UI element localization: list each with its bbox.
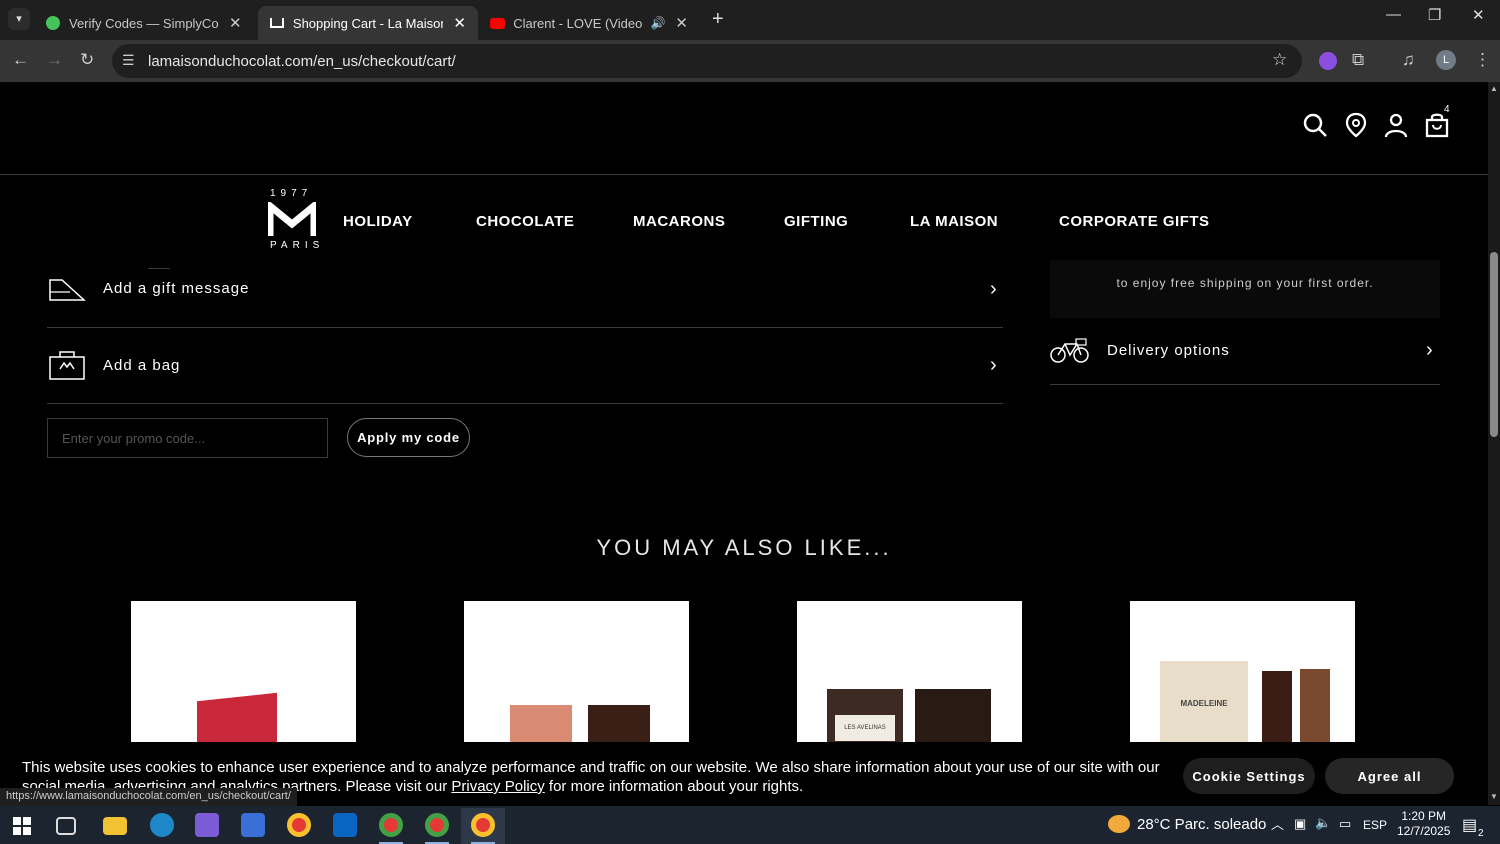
weather-text[interactable]: 28°C Parc. soleado bbox=[1137, 816, 1266, 833]
page-scrollbar[interactable]: ▲ ▼ bbox=[1488, 82, 1500, 805]
bookmark-star-icon[interactable]: ☆ bbox=[1272, 50, 1287, 70]
header-divider bbox=[0, 174, 1488, 175]
weather-sun-cloud-icon bbox=[1108, 815, 1130, 833]
delivery-options-label[interactable]: Delivery options bbox=[1107, 342, 1230, 359]
browser-menu-icon[interactable]: ⋮ bbox=[1474, 50, 1491, 70]
cookie-text-end: for more information about your rights. bbox=[544, 778, 804, 795]
minimize-icon[interactable]: — bbox=[1386, 6, 1401, 23]
scroll-up-arrow-icon[interactable]: ▲ bbox=[1490, 84, 1498, 93]
profile-avatar[interactable]: L bbox=[1436, 50, 1456, 70]
tab-close-icon[interactable]: ✕ bbox=[453, 14, 466, 32]
add-gift-message-label[interactable]: Add a gift message bbox=[103, 280, 249, 297]
gift-card-icon bbox=[49, 279, 86, 301]
product-box-label: MADELEINE bbox=[1180, 699, 1228, 708]
notification-count-badge: 2 bbox=[1478, 828, 1484, 839]
extension-purple-icon[interactable] bbox=[1319, 52, 1337, 70]
tab-close-icon[interactable]: ✕ bbox=[229, 14, 242, 32]
reload-icon[interactable]: ↻ bbox=[80, 50, 94, 70]
network-icon[interactable]: ▭ bbox=[1339, 816, 1351, 832]
nav-chocolate[interactable]: CHOCOLATE bbox=[476, 213, 574, 230]
site-favicon-icon bbox=[270, 18, 284, 28]
media-control-icon[interactable]: ♫ bbox=[1402, 50, 1415, 70]
simplycodes-favicon-icon bbox=[46, 16, 60, 30]
forward-arrow-icon[interactable]: → bbox=[46, 50, 63, 70]
address-bar[interactable]: ☰ lamaisonduchocolat.com/en_us/checkout/… bbox=[112, 44, 1302, 78]
tab-youtube[interactable]: Clarent - LOVE (Video Oficial) 🔊 ✕ bbox=[478, 6, 700, 40]
chrome-icon[interactable] bbox=[287, 813, 311, 837]
logo-city: PARIS bbox=[270, 240, 325, 251]
promo-code-input[interactable] bbox=[47, 418, 328, 458]
shipping-note-text: to enjoy free shipping on your first ord… bbox=[1116, 276, 1374, 290]
add-bag-label[interactable]: Add a bag bbox=[103, 357, 180, 374]
chrome-active-icon[interactable] bbox=[471, 813, 495, 837]
chevron-right-icon[interactable]: › bbox=[990, 354, 997, 377]
shopping-bag-icon[interactable] bbox=[1424, 112, 1450, 138]
site-info-icon[interactable]: ☰ bbox=[122, 52, 135, 69]
clock-time: 1:20 PM bbox=[1401, 809, 1447, 823]
windows-start-icon[interactable] bbox=[13, 817, 31, 835]
account-user-icon[interactable] bbox=[1383, 112, 1409, 138]
scrollbar-thumb[interactable] bbox=[1490, 252, 1498, 437]
task-view-icon[interactable] bbox=[56, 817, 76, 835]
tab-search-dropdown[interactable]: ▾ bbox=[8, 8, 30, 30]
browser-tab-strip: ▾ Verify Codes — SimplyCodes ✕ Shopping … bbox=[0, 0, 1500, 40]
search-icon[interactable] bbox=[1302, 112, 1328, 138]
tab-close-icon[interactable]: ✕ bbox=[675, 14, 688, 32]
cart-count-badge: 4 bbox=[1444, 104, 1450, 115]
brand-logo-icon[interactable] bbox=[268, 202, 316, 238]
back-arrow-icon[interactable]: ← bbox=[12, 50, 29, 70]
status-bar-url: https://www.lamaisonduchocolat.com/en_us… bbox=[0, 788, 297, 806]
tab-simplycodes[interactable]: Verify Codes — SimplyCodes ✕ bbox=[34, 6, 258, 40]
close-window-icon[interactable]: ✕ bbox=[1472, 6, 1485, 24]
bicycle-delivery-icon bbox=[1050, 338, 1089, 363]
volume-icon[interactable]: 🔈 bbox=[1315, 815, 1331, 831]
recommendations-title: YOU MAY ALSO LIKE... bbox=[596, 535, 892, 560]
row-divider bbox=[148, 268, 170, 269]
apply-code-button[interactable]: Apply my code bbox=[347, 418, 470, 457]
product-box-label: LES AVELINAS bbox=[835, 715, 895, 741]
store-icon[interactable] bbox=[241, 813, 265, 837]
store-locator-pin-icon[interactable] bbox=[1343, 112, 1369, 138]
edge-browser-icon[interactable] bbox=[150, 813, 174, 837]
input-language[interactable]: ESP bbox=[1363, 818, 1387, 832]
nav-holiday[interactable]: HOLIDAY bbox=[343, 213, 413, 230]
speaker-icon[interactable]: 🔊 bbox=[650, 16, 665, 30]
nav-gifting[interactable]: GIFTING bbox=[784, 213, 848, 230]
row-divider bbox=[47, 327, 1003, 328]
new-tab-plus-icon[interactable]: + bbox=[712, 8, 724, 31]
chevron-right-icon[interactable]: › bbox=[990, 278, 997, 301]
copilot-icon[interactable] bbox=[195, 813, 219, 837]
youtube-favicon-icon bbox=[490, 17, 506, 29]
tab-title: Shopping Cart - La Maison Du Chocolat bbox=[292, 15, 444, 31]
show-hidden-icons-chevron-icon[interactable]: ︿ bbox=[1271, 814, 1284, 833]
cookie-settings-button[interactable]: Cookie Settings bbox=[1183, 758, 1315, 794]
browser-toolbar: ← → ↻ ☰ lamaisonduchocolat.com/en_us/che… bbox=[0, 40, 1500, 82]
chrome-profile-icon[interactable] bbox=[379, 813, 403, 837]
tab-title: Clarent - LOVE (Video Oficial) bbox=[513, 15, 644, 31]
chevron-right-icon[interactable]: › bbox=[1426, 339, 1433, 362]
nav-macarons[interactable]: MACARONS bbox=[633, 213, 725, 230]
restore-icon[interactable]: ❐ bbox=[1428, 6, 1441, 24]
shopping-bag-outline-icon bbox=[49, 351, 85, 380]
meet-now-icon[interactable]: ▣ bbox=[1294, 816, 1306, 832]
logo-year: 1977 bbox=[270, 188, 313, 199]
privacy-policy-link[interactable]: Privacy Policy bbox=[451, 778, 544, 795]
clock-date: 12/7/2025 bbox=[1397, 824, 1451, 838]
notification-center-icon[interactable]: ▤ bbox=[1462, 815, 1477, 835]
row-divider bbox=[1050, 384, 1440, 385]
scroll-down-arrow-icon[interactable]: ▼ bbox=[1490, 792, 1498, 801]
tab-shopping-cart[interactable]: Shopping Cart - La Maison Du Chocolat ✕ bbox=[258, 6, 478, 40]
tab-title: Verify Codes — SimplyCodes bbox=[69, 15, 219, 31]
extensions-puzzle-icon[interactable]: ⧉ bbox=[1352, 50, 1364, 70]
taskbar-clock[interactable]: 1:20 PM 12/7/2025 bbox=[1397, 809, 1450, 839]
agree-all-button[interactable]: Agree all bbox=[1325, 758, 1454, 794]
chrome-profile-icon[interactable] bbox=[425, 813, 449, 837]
row-divider bbox=[47, 403, 1003, 404]
nav-corporate-gifts[interactable]: CORPORATE GIFTS bbox=[1059, 213, 1210, 230]
nav-la-maison[interactable]: LA MAISON bbox=[910, 213, 998, 230]
page-content: 4 1977 PARIS HOLIDAY CHOCOLATE MACARONS … bbox=[0, 82, 1488, 805]
url-text[interactable]: lamaisonduchocolat.com/en_us/checkout/ca… bbox=[148, 53, 456, 70]
outlook-icon[interactable] bbox=[333, 813, 357, 837]
file-explorer-icon[interactable] bbox=[103, 817, 127, 835]
